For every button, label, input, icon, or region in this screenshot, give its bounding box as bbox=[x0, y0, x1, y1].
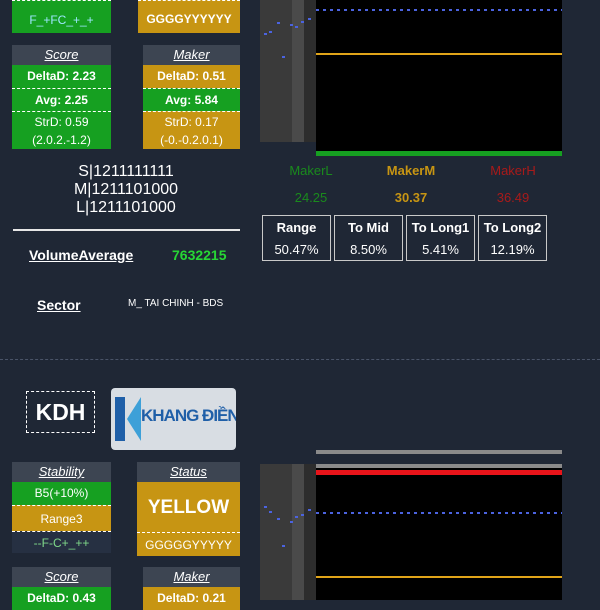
maker-level-low-label: MakerL bbox=[289, 163, 333, 178]
maker-std: StrD: 0.17 bbox=[143, 111, 240, 131]
status-card: Status YELLOW GGGGGYYYYY bbox=[137, 462, 240, 556]
signal-s: S|1211111111 bbox=[78, 163, 174, 180]
chart-area bbox=[316, 0, 562, 152]
maker-delta-bottom: DeltaD: 0.21 bbox=[143, 587, 240, 610]
range-value-to-mid: 8.50% bbox=[334, 238, 403, 261]
range-value-range: 50.47% bbox=[262, 238, 331, 261]
maker-level-high-label: MakerH bbox=[490, 163, 536, 178]
score-header-bottom: Score bbox=[12, 567, 111, 587]
maker-level-high-value: 36.49 bbox=[496, 190, 530, 205]
maker-level-mid-value: 30.37 bbox=[394, 190, 428, 205]
status-code-row: GGGGYYYYYY bbox=[138, 0, 240, 33]
maker-card-bottom: Maker DeltaD: 0.21 bbox=[143, 567, 240, 610]
maker-avg: Avg: 5.84 bbox=[143, 88, 240, 111]
range-header-to-long2: To Long2 bbox=[478, 215, 547, 238]
score-std: StrD: 0.59 bbox=[12, 111, 111, 131]
signal-l: L|1211101000 bbox=[76, 199, 176, 216]
range-header-range: Range bbox=[262, 215, 331, 238]
maker-range: (-0.-0.2.0.1) bbox=[143, 131, 240, 149]
stability-value: B5(+10%) bbox=[12, 482, 111, 505]
range-value-to-long1: 5.41% bbox=[406, 238, 475, 261]
maker-low-bar bbox=[316, 151, 562, 156]
volume-bar-a-bottom bbox=[260, 464, 292, 600]
divider-line bbox=[13, 229, 240, 231]
status-code: GGGGYYYYYY bbox=[146, 12, 232, 26]
range-table: Range To Mid To Long1 To Long2 50.47% 8.… bbox=[259, 215, 550, 261]
range-header-to-mid: To Mid bbox=[334, 215, 403, 238]
ticker-symbol: KDH bbox=[35, 399, 86, 425]
volume-average-label: VolumeAverage bbox=[29, 247, 134, 263]
maker-level-high: MakerH 36.49 bbox=[483, 163, 543, 205]
range-header-to-long1: To Long1 bbox=[406, 215, 475, 238]
range-value-to-long2: 12.19% bbox=[478, 238, 547, 261]
maker-level-mid: MakerM 30.37 bbox=[381, 163, 441, 205]
maker-delta: DeltaD: 0.51 bbox=[143, 65, 240, 88]
top-chart-svg bbox=[260, 0, 562, 156]
ticker-box[interactable]: KDH bbox=[26, 391, 95, 433]
bottom-chart-svg bbox=[260, 450, 562, 600]
sector-value: M_ TAI CHINH - BDS bbox=[128, 298, 224, 309]
score-range: (2.0.2.-1.2) bbox=[12, 131, 111, 149]
stability-card: Stability B5(+10%) Range3 --F-C+_++ bbox=[12, 462, 111, 553]
chart-area-bottom bbox=[316, 464, 562, 600]
signal-block: S|1211111111 M|1211101000 L|1211101000 bbox=[0, 163, 252, 217]
volume-bar-c bbox=[304, 0, 316, 142]
stability-trend-row: F_+FC_+_+ bbox=[12, 0, 111, 33]
score-card: Score DeltaD: 2.23 Avg: 2.25 StrD: 0.59 … bbox=[12, 45, 111, 149]
score-card-bottom: Score DeltaD: 0.43 bbox=[12, 567, 111, 610]
status-value: YELLOW bbox=[137, 482, 240, 532]
stability-trend-bottom: --F-C+_++ bbox=[12, 531, 111, 553]
section-separator bbox=[0, 359, 600, 360]
logo-k-icon bbox=[115, 397, 141, 441]
volume-average-value: 7632215 bbox=[172, 247, 227, 263]
score-header: Score bbox=[12, 45, 111, 65]
maker-level-low: MakerL 24.25 bbox=[284, 163, 338, 205]
sector-label: Sector bbox=[37, 297, 81, 313]
range-table-value-row: 50.47% 8.50% 5.41% 12.19% bbox=[262, 238, 547, 261]
top-gray-line bbox=[316, 450, 562, 454]
score-delta: DeltaD: 2.23 bbox=[12, 65, 111, 88]
maker-header-bottom: Maker bbox=[143, 567, 240, 587]
volume-bar-b-bottom bbox=[292, 464, 304, 600]
stability-header: Stability bbox=[12, 462, 111, 482]
logo-text: KHANG ĐIỀN bbox=[141, 406, 236, 425]
stability-trend: F_+FC_+_+ bbox=[29, 13, 94, 27]
maker-level-low-value: 24.25 bbox=[294, 190, 328, 205]
bottom-price-chart bbox=[260, 450, 562, 600]
range-table-header-row: Range To Mid To Long1 To Long2 bbox=[262, 215, 547, 238]
status-code-bottom: GGGGGYYYYY bbox=[137, 532, 240, 556]
maker-level-mid-label: MakerM bbox=[386, 163, 436, 178]
score-delta-bottom: DeltaD: 0.43 bbox=[12, 587, 111, 610]
maker-header: Maker bbox=[143, 45, 240, 65]
status-header: Status bbox=[137, 462, 240, 482]
stability-range: Range3 bbox=[12, 505, 111, 531]
maker-card: Maker DeltaD: 0.51 Avg: 5.84 StrD: 0.17 … bbox=[143, 45, 240, 149]
volume-bar-a bbox=[260, 0, 292, 142]
volume-bar-c-bottom bbox=[304, 464, 316, 600]
top-price-chart bbox=[260, 0, 562, 158]
maker-high-bar bbox=[316, 470, 562, 475]
gray-line-bottom bbox=[316, 464, 562, 468]
signal-m: M|1211101000 bbox=[73, 181, 179, 198]
company-logo: KHANG ĐIỀN bbox=[111, 388, 236, 450]
score-avg: Avg: 2.25 bbox=[12, 88, 111, 111]
